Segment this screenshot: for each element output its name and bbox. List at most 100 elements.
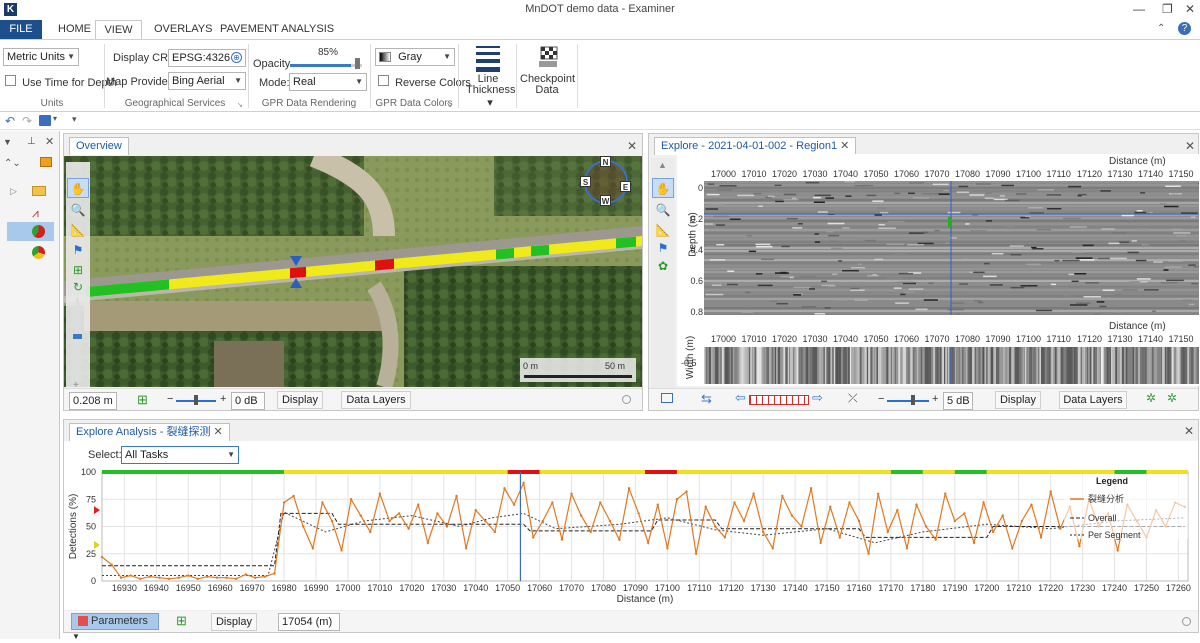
line-thickness-button[interactable]: Line Thickness ▾: [466, 44, 516, 109]
reverse-colors[interactable]: Reverse Colors: [378, 75, 471, 89]
display-button[interactable]: Display: [211, 613, 257, 631]
gpr-views[interactable]: Distance (m) 17000 17010 17020 17030 17040 17…: [677, 154, 1199, 386]
gpr-radargram[interactable]: [704, 181, 1199, 315]
mode-select[interactable]: Real ▼: [289, 73, 367, 91]
decrease-icon[interactable]: −: [878, 393, 884, 405]
close-icon[interactable]: ✕: [45, 135, 54, 148]
gpr-plan-view[interactable]: [704, 347, 1199, 384]
rotate-icon[interactable]: ↻: [67, 277, 89, 297]
gain-input[interactable]: 0 dB: [231, 392, 265, 410]
tab-overview[interactable]: Overview: [69, 137, 129, 155]
settings-icon[interactable]: [622, 395, 631, 404]
zoom-icon[interactable]: 🔍: [652, 200, 674, 220]
zoom-slider[interactable]: [73, 298, 82, 382]
tab-explore-analysis[interactable]: Explore Analysis - 裂缝探测 ✕: [69, 423, 230, 441]
close-panel-icon[interactable]: ✕: [1184, 424, 1194, 438]
chart-icon[interactable]: ⩘: [32, 206, 39, 221]
dialog-launcher-icon[interactable]: ↘: [446, 101, 452, 109]
customize-toolbar-icon[interactable]: ▾: [72, 114, 77, 125]
use-time-checkbox[interactable]: [5, 75, 16, 86]
color-palette-select[interactable]: Gray ▼: [375, 48, 455, 66]
undo-icon[interactable]: ↶: [5, 114, 15, 128]
save-icon[interactable]: [39, 115, 51, 126]
flag-icon[interactable]: ⚑: [67, 240, 89, 260]
map-provider-select[interactable]: Bing Aerial ▼: [168, 72, 246, 90]
detections-chart[interactable]: 0 25 50 75 100 16930 16940 16950 16960 16970 16980…: [64, 465, 1198, 610]
redo-icon[interactable]: ↷: [22, 114, 32, 128]
units-select[interactable]: Metric Units ▼: [3, 48, 79, 66]
measure-icon[interactable]: ⤫: [848, 391, 858, 406]
display-button[interactable]: Display: [995, 391, 1041, 409]
crs-input[interactable]: EPSG:4326 ⊕: [168, 49, 246, 67]
tab-pavement-analysis[interactable]: PAVEMENT ANALYSIS: [210, 20, 344, 39]
pan-hand-icon[interactable]: ✋: [652, 178, 674, 198]
tab-view[interactable]: VIEW: [95, 20, 142, 39]
pin-icon[interactable]: ⊥: [27, 136, 36, 147]
grid-toggle-icon[interactable]: ⊞: [137, 392, 148, 408]
dialog-launcher-icon[interactable]: ↘: [237, 101, 243, 109]
data-layers-button[interactable]: Data Layers: [341, 391, 411, 409]
pan-hand-icon[interactable]: ✋: [67, 178, 89, 198]
grid-toggle-icon[interactable]: ⊞: [176, 613, 187, 629]
use-time-for-depth[interactable]: Use Time for Depth: [5, 75, 117, 89]
opacity-slider-thumb[interactable]: [355, 58, 360, 69]
display-button[interactable]: Display: [277, 391, 323, 409]
radargram-reflection: [878, 224, 885, 226]
compass[interactable]: N S E W: [580, 156, 631, 206]
distance-input[interactable]: 17054 (m): [278, 613, 340, 631]
ruler-icon[interactable]: 📐: [67, 220, 89, 240]
opacity-slider[interactable]: [290, 64, 362, 67]
tab-explore[interactable]: Explore - 2021-04-01-002 - Region1 ✕: [654, 137, 857, 155]
increase-icon[interactable]: +: [932, 393, 938, 405]
zoom-slider-thumb[interactable]: [73, 334, 82, 339]
close-panel-icon[interactable]: ✕: [627, 139, 637, 153]
minimize-button[interactable]: —: [1133, 2, 1145, 16]
layer-icon[interactable]: [40, 157, 52, 167]
prev-icon[interactable]: ⇦: [735, 390, 746, 406]
close-window-button[interactable]: ✕: [1185, 2, 1195, 16]
data-layers-button[interactable]: Data Layers: [1059, 391, 1127, 409]
ruler-icon[interactable]: 📐: [652, 220, 674, 240]
flag-icon[interactable]: ⚑: [652, 238, 674, 258]
tab-file[interactable]: FILE: [0, 20, 42, 39]
swap-icon[interactable]: ⇆: [701, 391, 712, 407]
gain-slider-thumb[interactable]: [911, 395, 915, 405]
zoom-icon[interactable]: 🔍: [67, 200, 89, 220]
gain-slider[interactable]: [887, 400, 929, 402]
settings-icon[interactable]: [1182, 617, 1191, 626]
selected-item-highlight[interactable]: [7, 222, 54, 241]
detect-icon[interactable]: ✲: [1146, 391, 1156, 405]
tab-home[interactable]: HOME: [48, 20, 101, 39]
expand-arrow-icon[interactable]: ▷: [10, 186, 17, 197]
checkpoint-data-button[interactable]: Checkpoint Data: [520, 44, 575, 108]
map-view[interactable]: N S E W 0 m 50 m: [64, 156, 642, 387]
detect-all-icon[interactable]: ✲: [1167, 391, 1177, 405]
close-tab-icon[interactable]: ✕: [840, 140, 849, 152]
region-scroller[interactable]: [749, 395, 809, 405]
gain-slider-thumb[interactable]: [194, 395, 198, 405]
reverse-colors-checkbox[interactable]: [378, 75, 389, 86]
help-icon[interactable]: ?: [1178, 22, 1191, 35]
globe-icon[interactable]: ⊕: [231, 52, 242, 63]
annotation-icon[interactable]: ✿: [652, 256, 674, 276]
resolution-input[interactable]: 0.208 m: [69, 392, 117, 410]
dropdown-icon[interactable]: ▼: [3, 137, 12, 147]
decrease-icon[interactable]: −: [167, 393, 173, 405]
gain-input[interactable]: 5 dB: [943, 392, 973, 410]
folder-icon[interactable]: [32, 186, 46, 196]
collapse-all-icon[interactable]: ⌃⌄: [4, 158, 21, 169]
chevron-down-icon[interactable]: ▾: [53, 114, 57, 123]
increase-icon[interactable]: +: [220, 393, 226, 405]
view-icon[interactable]: [661, 393, 673, 403]
parameters-button[interactable]: Parameters ▼: [71, 613, 159, 641]
next-icon[interactable]: ⇨: [812, 390, 823, 406]
scroll-up-icon[interactable]: ▲: [658, 160, 667, 170]
task-select[interactable]: All Tasks ▼: [121, 446, 239, 464]
detections-point: [369, 530, 372, 534]
close-panel-icon[interactable]: ✕: [1185, 139, 1195, 153]
pie-chart-icon[interactable]: [32, 246, 45, 259]
radargram-reflection: [774, 184, 782, 187]
collapse-ribbon-icon[interactable]: ⌃: [1157, 23, 1165, 34]
restore-button[interactable]: ❐: [1162, 2, 1173, 16]
close-tab-icon[interactable]: ✕: [214, 426, 223, 438]
